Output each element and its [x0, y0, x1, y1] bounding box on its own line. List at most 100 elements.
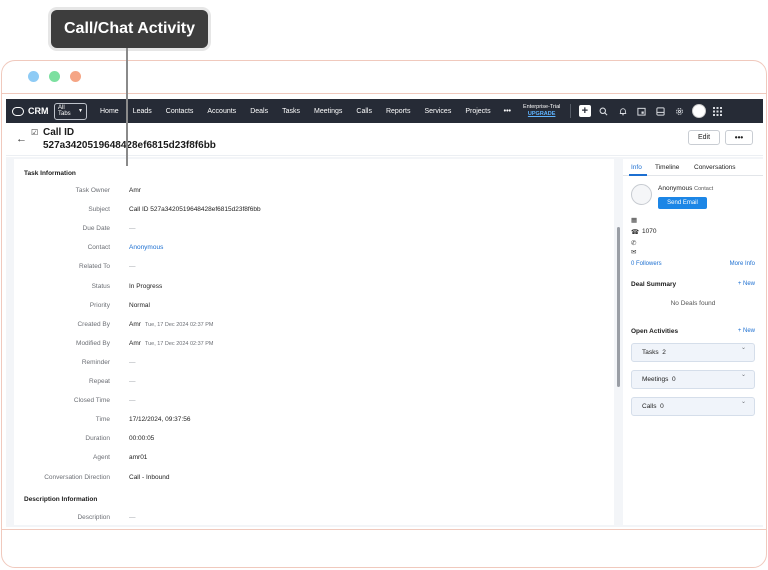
tab-conversations[interactable]: Conversations: [694, 164, 736, 171]
task-checkbox-icon: ☑: [31, 128, 39, 137]
followers-link[interactable]: 0 Followers: [631, 261, 662, 267]
field-label-subject: Subject: [88, 206, 110, 214]
all-tabs-button[interactable]: All Tabs ▼: [54, 102, 87, 120]
nav-accounts[interactable]: Accounts: [200, 108, 243, 115]
nav-contacts[interactable]: Contacts: [159, 108, 201, 115]
field-label-modified-by: Modified By: [76, 339, 110, 347]
details-pane[interactable]: Task Information Task Owner Amr Subject Cal…: [14, 159, 614, 525]
create-plus-icon[interactable]: +: [575, 105, 594, 117]
nav-deals[interactable]: Deals: [243, 108, 275, 115]
send-email-button[interactable]: Send Email: [658, 197, 707, 209]
activity-calls[interactable]: Calls 0 ⌄: [631, 397, 755, 416]
callout-pointer-line: [126, 48, 128, 166]
window-close-dot[interactable]: [28, 71, 39, 82]
timestamp: Tue, 17 Dec 2024 02:37 PM: [144, 321, 214, 328]
trial-label: Enterprise-Trial: [522, 104, 561, 110]
activity-meetings-label: Meetings 0: [642, 376, 676, 383]
more-info-link[interactable]: More Info: [730, 261, 755, 267]
tab-timeline[interactable]: Timeline: [655, 164, 679, 171]
field-label-related-to: Related To: [79, 263, 110, 271]
browser-window: CRM All Tabs ▼ Home Leads Contacts Accoun…: [1, 60, 767, 568]
contact-phone[interactable]: 1070: [642, 228, 656, 235]
call-chat-activity-callout: Call/Chat Activity: [51, 10, 208, 48]
contact-avatar: [631, 184, 652, 205]
field-value-description[interactable]: —: [129, 514, 136, 521]
building-icon: ▦: [631, 217, 638, 224]
activity-meetings[interactable]: Meetings 0 ⌄: [631, 370, 755, 389]
new-deal-link[interactable]: + New: [738, 281, 755, 287]
search-icon[interactable]: [594, 107, 613, 116]
upgrade-link[interactable]: UPGRADE: [523, 111, 560, 118]
crm-app: CRM All Tabs ▼ Home Leads Contacts Accoun…: [6, 99, 763, 527]
field-value-contact[interactable]: Anonymous: [129, 244, 163, 251]
top-navigation: CRM All Tabs ▼ Home Leads Contacts Accoun…: [6, 99, 763, 123]
details-scrollbar[interactable]: [617, 227, 620, 387]
window-titlebar: [2, 61, 766, 94]
chevron-down-icon: ⌄: [740, 399, 746, 405]
record-title: Call ID: [43, 127, 75, 138]
crm-brand: CRM: [28, 106, 49, 116]
user-avatar[interactable]: [689, 104, 708, 118]
contact-tag: Contact: [694, 186, 714, 192]
nav-projects[interactable]: Projects: [458, 108, 497, 115]
window-minimize-dot[interactable]: [49, 71, 60, 82]
right-panel-tabs: Info Timeline Conversations: [623, 159, 763, 176]
field-value-reminder[interactable]: —: [129, 359, 136, 366]
enterprise-trial-upgrade[interactable]: Enterprise-Trial UPGRADE: [517, 104, 566, 118]
tab-info[interactable]: Info: [631, 164, 642, 171]
field-value-agent[interactable]: amr01: [129, 454, 147, 461]
chevron-down-icon: ▼: [78, 108, 83, 114]
field-label-description: Description: [77, 514, 110, 521]
back-arrow-icon[interactable]: ←: [16, 133, 27, 145]
contact-name[interactable]: Anonymous Contact: [658, 185, 713, 192]
record-header: ← ☑ Call ID 527a342051964842​8ef6815d23f…: [6, 123, 763, 156]
nav-services[interactable]: Services: [417, 108, 458, 115]
window-bottom-divider: [2, 529, 766, 530]
email-icon: ✉: [631, 249, 637, 256]
callout-label: Call/Chat Activity: [64, 20, 195, 37]
field-value-created-by[interactable]: Amr Tue, 17 Dec 2024 02:37 PM: [129, 321, 214, 328]
field-label-duration: Duration: [85, 435, 110, 443]
record-content: Task Information Task Owner Amr Subject Cal…: [6, 157, 763, 527]
task-information-heading: Task Information: [24, 170, 76, 177]
nav-home[interactable]: Home: [93, 108, 126, 115]
crm-logo-icon: [12, 106, 24, 116]
field-value-subject[interactable]: Call ID 527a3420519648428ef6815d23f8f6bb: [129, 206, 261, 213]
nav-calls[interactable]: Calls: [349, 108, 379, 115]
nav-tasks[interactable]: Tasks: [275, 108, 307, 115]
nav-reports[interactable]: Reports: [379, 108, 418, 115]
edit-button[interactable]: Edit: [688, 130, 720, 145]
field-value-status[interactable]: In Progress: [129, 283, 162, 290]
field-label-reminder: Reminder: [81, 358, 110, 366]
field-value-priority[interactable]: Normal: [129, 302, 150, 309]
nav-more-button[interactable]: •••: [498, 108, 517, 115]
field-label-time: Time: [95, 416, 110, 424]
nav-divider: [570, 104, 572, 118]
field-value-modified-by[interactable]: Amr Tue, 17 Dec 2024 02:37 PM: [129, 340, 214, 347]
more-actions-button[interactable]: •••: [725, 130, 753, 145]
field-label-conversation-direction: Conversation Direction: [44, 473, 110, 481]
field-value-related-to[interactable]: —: [129, 263, 136, 270]
field-value-repeat[interactable]: —: [129, 378, 136, 385]
field-label-due-date: Due Date: [82, 225, 110, 233]
bell-icon[interactable]: [613, 107, 632, 116]
field-value-closed-time[interactable]: —: [129, 397, 136, 404]
window-maximize-dot[interactable]: [70, 71, 81, 82]
nav-meetings[interactable]: Meetings: [307, 108, 349, 115]
field-value-task-owner[interactable]: Amr: [129, 187, 141, 194]
field-value-due-date[interactable]: —: [129, 225, 136, 232]
new-activity-link[interactable]: + New: [738, 328, 755, 334]
field-label-contact: Contact: [87, 244, 110, 252]
open-activities-heading: Open Activities: [631, 328, 679, 335]
gear-icon[interactable]: [670, 107, 689, 116]
field-label-priority: Priority: [89, 301, 110, 309]
field-value-conversation-direction[interactable]: Call - Inbound: [129, 474, 169, 481]
apps-grid-icon[interactable]: [708, 106, 727, 116]
crm-logo[interactable]: CRM: [6, 106, 54, 116]
inbox-icon[interactable]: [651, 106, 670, 116]
activity-tasks[interactable]: Tasks 2 ⌄: [631, 343, 755, 362]
calendar-icon[interactable]: [632, 107, 651, 116]
field-value-time[interactable]: 17/12/2024, 09:37:56: [129, 416, 190, 423]
nav-leads[interactable]: Leads: [126, 108, 159, 115]
field-value-duration[interactable]: 00:00:05: [129, 435, 154, 442]
